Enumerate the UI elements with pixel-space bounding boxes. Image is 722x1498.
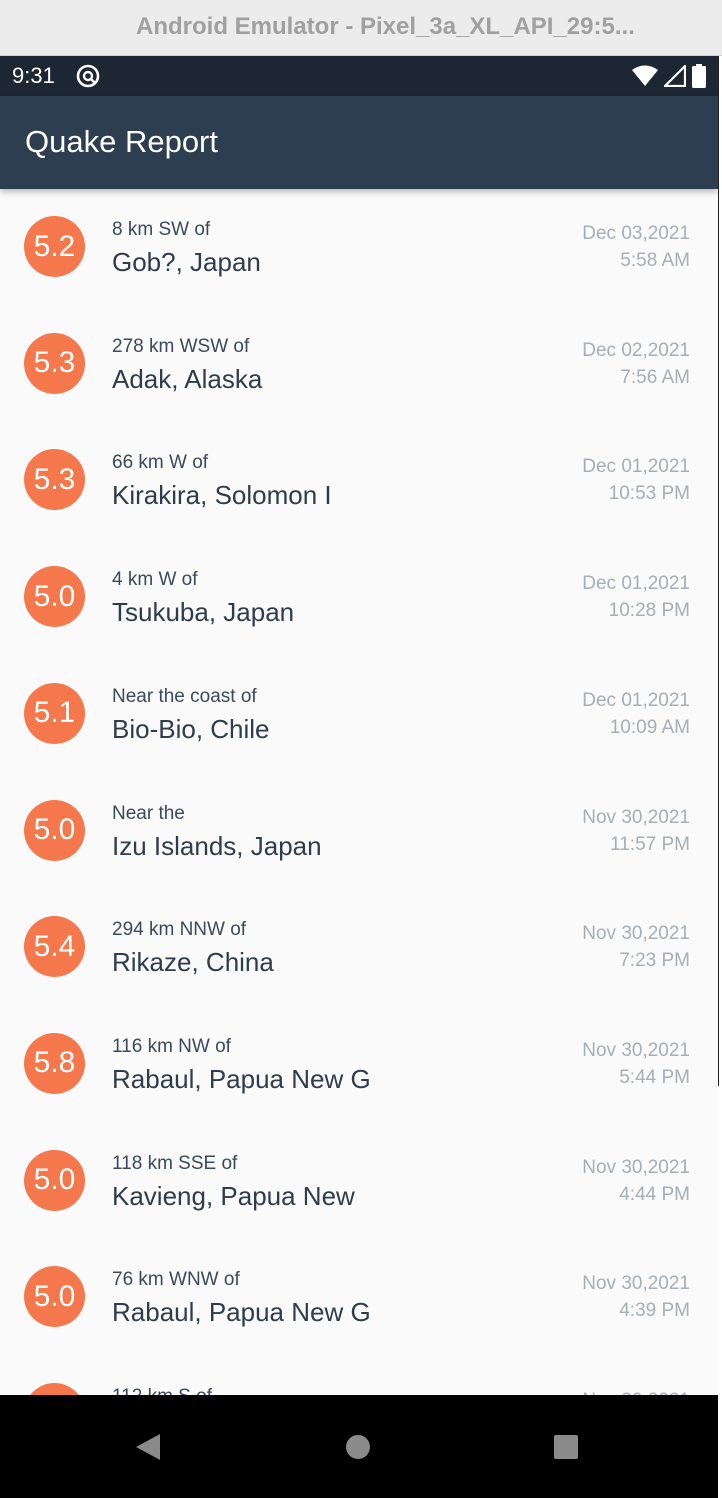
location-offset: 116 km NW of	[112, 1035, 231, 1057]
primary-location: Gob?, Japan	[112, 247, 261, 277]
quake-time: 10:53 PM	[608, 483, 690, 505]
quake-time: 5:44 PM	[619, 1066, 690, 1088]
signal-icon	[664, 65, 686, 87]
quake-time: 10:09 AM	[609, 716, 690, 738]
earthquake-list-item[interactable]: 5.0 76 km WNW of Rabaul, Papua New G Nov 30…	[0, 1239, 718, 1356]
back-icon	[136, 1433, 160, 1460]
primary-location: Kavieng, Papua New	[112, 1180, 355, 1211]
quake-time: 10:28 PM	[608, 600, 690, 622]
earthquake-list-item[interactable]: 5.0 4 km W of Tsukuba, Japan Dec 01,2021 10:…	[0, 539, 718, 656]
earthquake-list-item[interactable]: 5.1 Near the coast of Bio-Bio, Chile Dec 01…	[0, 656, 718, 773]
magnitude-badge: 5.8	[24, 1032, 85, 1094]
magnitude-badge: 5.2	[24, 216, 85, 277]
location-offset: Near the coast of	[112, 685, 257, 707]
quake-time: 4:44 PM	[619, 1183, 690, 1205]
home-icon	[346, 1434, 370, 1459]
primary-location: Rikaze, China	[112, 947, 274, 978]
primary-location: Bio-Bio, Chile	[112, 713, 270, 744]
emulator-title-bar: Android Emulator - Pixel_3a_XL_API_29:5.…	[0, 0, 722, 56]
earthquake-list-item[interactable]: 5.2 8 km SW of Gob?, Japan Dec 03,2021 5:58 …	[0, 189, 718, 306]
quake-date: Dec 03,2021	[582, 223, 690, 244]
magnitude-badge: 5.0	[24, 1149, 85, 1211]
primary-location: Adak, Alaska	[112, 363, 263, 394]
primary-location: Izu Islands, Japan	[112, 830, 322, 861]
magnitude-badge: 5.1	[24, 682, 85, 744]
magnitude-badge: 5.4	[24, 916, 85, 978]
primary-location: Tsukuba, Japan	[112, 597, 295, 628]
quake-date: Dec 01,2021	[582, 689, 690, 711]
quake-time: 4:39 PM	[619, 1300, 690, 1322]
wifi-icon	[632, 65, 658, 86]
at-sign-icon	[76, 64, 100, 88]
magnitude-badge: 5.3	[24, 449, 85, 511]
app-title: Quake Report	[25, 124, 218, 159]
location-offset: 112 km S of	[112, 1386, 212, 1395]
home-button[interactable]	[318, 1395, 398, 1498]
earthquake-list-item[interactable]: 5.0 118 km SSE of Kavieng, Papua New Nov 30…	[0, 1123, 718, 1240]
location-offset: 4 km W of	[112, 569, 198, 591]
quake-date: Nov 30,2021	[582, 1039, 690, 1061]
quake-date: Nov 30,2021	[582, 1156, 690, 1178]
app-bar: Quake Report	[0, 96, 718, 189]
quake-date: Nov 30,2021	[582, 1273, 690, 1295]
earthquake-list-item[interactable]: 5.0 Near the Izu Islands, Japan Nov 30,2021…	[0, 773, 718, 890]
location-offset: 118 km SSE of	[112, 1152, 238, 1174]
emulator-window-title: Android Emulator - Pixel_3a_XL_API_29:5.…	[136, 13, 635, 40]
navigation-bar	[0, 1395, 718, 1498]
magnitude-badge: 5.0	[24, 1266, 85, 1328]
location-offset: 8 km SW of	[112, 219, 211, 240]
recents-button[interactable]	[526, 1395, 606, 1498]
primary-location: Rabaul, Papua New G	[112, 1297, 371, 1328]
back-button[interactable]	[108, 1395, 188, 1498]
device-screen: 9:31 Quake Report 5.2 8 km SW of Gob?, Jap…	[0, 56, 718, 1498]
location-offset: Near the	[112, 802, 185, 824]
magnitude-badge: 5.0	[24, 799, 85, 861]
recents-icon	[554, 1434, 578, 1459]
magnitude-badge: 5.3	[24, 332, 85, 394]
quake-time: 7:56 AM	[620, 366, 690, 388]
earthquake-list[interactable]: 5.2 8 km SW of Gob?, Japan Dec 03,2021 5:58 …	[0, 189, 718, 1395]
quake-time: 7:23 PM	[619, 950, 690, 972]
status-bar: 9:31	[0, 56, 718, 96]
earthquake-list-item[interactable]: 5.4 294 km NNW of Rikaze, China Nov 30,2021…	[0, 889, 718, 1006]
battery-icon	[692, 64, 706, 88]
primary-location: Kirakira, Solomon I	[112, 480, 332, 511]
status-icons	[632, 64, 706, 88]
quake-date: Dec 02,2021	[582, 339, 690, 361]
location-offset: 66 km W of	[112, 452, 209, 474]
primary-location: Rabaul, Papua New G	[112, 1063, 371, 1094]
quake-time: 11:57 PM	[610, 833, 690, 855]
quake-date: Dec 01,2021	[582, 456, 690, 478]
quake-date: Nov 30,2021	[582, 806, 690, 828]
earthquake-list-item[interactable]: 5.3 278 km WSW of Adak, Alaska Dec 02,2021 7…	[0, 306, 718, 423]
location-offset: 76 km WNW of	[112, 1269, 240, 1291]
quake-time: 5:58 AM	[620, 250, 690, 271]
location-offset: 294 km NNW of	[112, 919, 247, 941]
status-time: 9:31	[12, 63, 55, 88]
magnitude-badge: 5.0	[24, 566, 85, 628]
quake-date: Dec 01,2021	[582, 573, 690, 595]
location-offset: 278 km WSW of	[112, 335, 250, 357]
earthquake-list-item[interactable]: 5.8 116 km NW of Rabaul, Papua New G Nov 30…	[0, 1006, 718, 1123]
earthquake-list-item[interactable]: 5.3 66 km W of Kirakira, Solomon I Dec 01,2…	[0, 422, 718, 539]
earthquake-list-item[interactable]: 112 km S ofNov 30,2021	[0, 1356, 718, 1395]
quake-date: Nov 30,2021	[582, 923, 690, 945]
magnitude-badge	[24, 1383, 85, 1395]
